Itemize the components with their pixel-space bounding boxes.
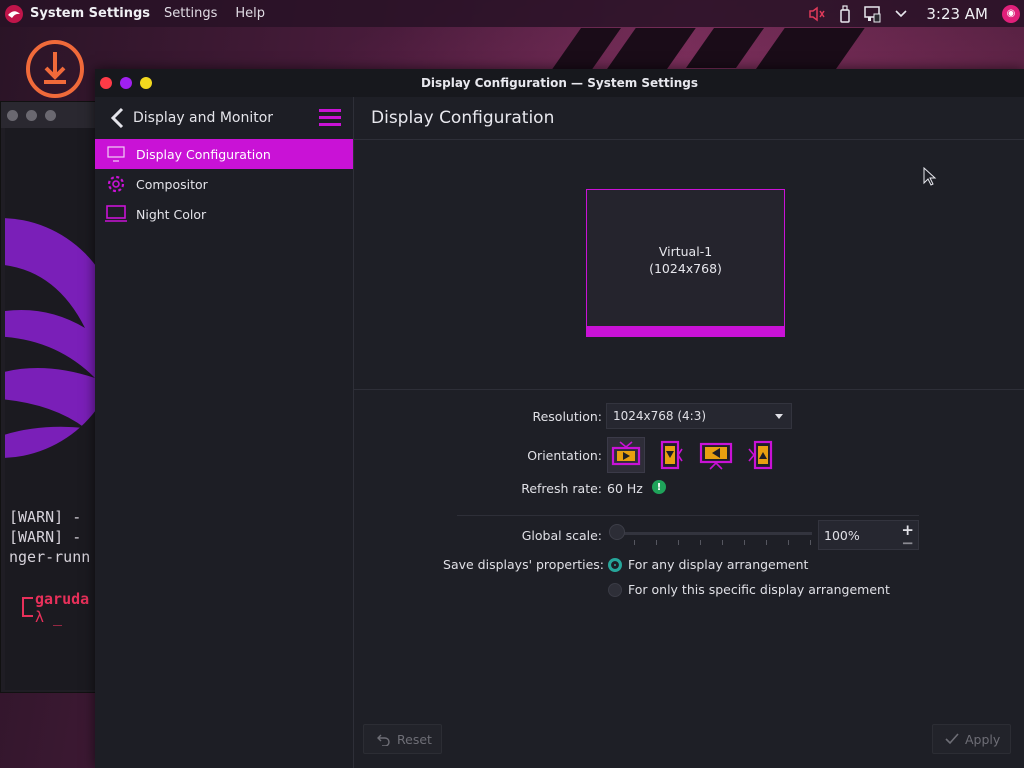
wallpaper-shape [755, 28, 865, 70]
slider-tick [788, 540, 789, 545]
save-properties-label: Save displays' properties: [443, 557, 604, 572]
info-icon[interactable]: ! [652, 480, 666, 494]
hamburger-menu-icon[interactable] [319, 109, 341, 127]
orientation-portrait-flipped-icon [748, 440, 773, 470]
undo-icon [377, 734, 390, 746]
orientation-label: Orientation: [527, 448, 602, 463]
user-session-icon[interactable]: ◉ [1002, 4, 1020, 23]
window-title: Display Configuration — System Settings [420, 76, 699, 90]
monitor-name: Virtual-1 [658, 244, 713, 259]
slider-tick [634, 540, 635, 545]
divider [457, 515, 919, 516]
orientation-landscape-flipped-icon [699, 442, 733, 470]
app-name: System Settings [30, 6, 151, 21]
slider-tick [656, 540, 657, 545]
sidebar-item-display-configuration[interactable]: Display Configuration [95, 139, 353, 169]
terminal-minimize-button[interactable] [26, 109, 37, 121]
radio-any-arrangement[interactable] [608, 558, 622, 572]
display-icon [105, 144, 127, 164]
monitor-accent-bar [587, 326, 784, 336]
global-scale-spinbox[interactable]: 100% + − [818, 520, 919, 552]
maximize-button[interactable] [140, 77, 152, 89]
download-icon[interactable] [24, 38, 86, 100]
monitor-resolution: (1024x768) [649, 261, 722, 276]
sidebar-item-compositor[interactable]: Compositor [95, 169, 353, 199]
reset-label: Reset [397, 731, 432, 747]
top-panel: System Settings Settings Help 3:23 AM ◉ [0, 0, 1024, 27]
refresh-rate-label: Refresh rate: [521, 481, 602, 496]
wallpaper-shape [685, 28, 765, 68]
sidebar-item-label: Night Color [136, 206, 207, 222]
orientation-portrait-icon [660, 440, 683, 470]
page-title: Display Configuration [371, 108, 555, 128]
chevron-down-icon [775, 414, 783, 419]
terminal-line: [WARN] - [9, 528, 82, 546]
terminal-close-button[interactable] [7, 109, 18, 121]
minimize-button[interactable] [120, 77, 132, 89]
content-header: Display Configuration [354, 97, 1024, 140]
wallpaper-shape [604, 28, 696, 73]
monitor-preview[interactable]: Virtual-1 (1024x768) [586, 189, 785, 337]
radio-specific-arrangement-label[interactable]: For only this specific display arrangeme… [628, 582, 890, 597]
network-icon[interactable] [864, 5, 882, 23]
gear-icon [105, 174, 127, 194]
orientation-portrait-flipped-button[interactable] [742, 437, 780, 473]
radio-specific-arrangement[interactable] [608, 583, 622, 597]
sidebar-title: Display and Monitor [133, 110, 274, 126]
global-scale-slider-track[interactable] [616, 532, 812, 535]
prompt-bracket-icon [22, 597, 33, 617]
chevron-down-icon[interactable] [892, 5, 910, 23]
system-tray: 3:23 AM ◉ [808, 0, 1024, 27]
system-settings-window[interactable]: Display Configuration — System Settings … [95, 69, 1024, 768]
radio-any-arrangement-label[interactable]: For any display arrangement [628, 557, 808, 572]
menu-settings[interactable]: Settings [164, 6, 217, 21]
slider-tick [722, 540, 723, 545]
orientation-landscape-button[interactable] [607, 437, 645, 473]
apply-label: Apply [965, 731, 1001, 747]
divider [354, 389, 1024, 390]
slider-tick [700, 540, 701, 545]
clock[interactable]: 3:23 AM [926, 5, 988, 23]
global-scale-label: Global scale: [521, 528, 602, 543]
menu-help[interactable]: Help [235, 6, 265, 21]
resolution-select[interactable]: 1024x768 (4:3) [606, 403, 792, 429]
checkmark-icon [945, 733, 959, 745]
slider-tick [678, 540, 679, 545]
sidebar-header: Display and Monitor [95, 97, 353, 139]
terminal-maximize-button[interactable] [45, 109, 56, 121]
apply-button[interactable]: Apply [932, 724, 1011, 754]
orientation-landscape-icon [611, 441, 641, 466]
resolution-label: Resolution: [532, 409, 602, 424]
sidebar-item-label: Display Configuration [136, 146, 271, 162]
orientation-portrait-button[interactable] [652, 437, 690, 473]
slider-tick [766, 540, 767, 545]
window-titlebar[interactable]: Display Configuration — System Settings [95, 69, 1024, 97]
refresh-rate-value: 60 Hz [607, 481, 643, 496]
back-arrow-icon[interactable] [107, 106, 129, 130]
sidebar-item-label: Compositor [136, 176, 208, 192]
decrement-icon[interactable]: − [901, 534, 914, 552]
slider-tick [810, 540, 811, 545]
terminal-line: nger-runn [9, 548, 91, 566]
garuda-emblem-icon [5, 218, 105, 458]
orientation-landscape-flipped-button[interactable] [697, 437, 735, 473]
sidebar-item-night-color[interactable]: Night Color [95, 199, 353, 229]
terminal-line: [WARN] - [9, 508, 82, 526]
sidebar: Display and Monitor Display Configuratio… [95, 97, 354, 768]
terminal-prompt-cursor: λ _ [35, 608, 63, 626]
slider-tick [744, 540, 745, 545]
garuda-logo-icon[interactable] [4, 4, 24, 24]
global-scale-value: 100% [824, 528, 860, 543]
reset-button[interactable]: Reset [363, 724, 442, 754]
global-scale-slider-handle[interactable] [609, 524, 625, 540]
content-area: Display Configuration Virtual-1 (1024x76… [354, 97, 1024, 768]
resolution-value: 1024x768 (4:3) [613, 409, 707, 423]
terminal-prompt-user: garuda [35, 590, 90, 608]
usb-device-icon[interactable] [836, 4, 854, 23]
terminal-body[interactable]: [WARN] - [WARN] - nger-runn garuda λ _ [5, 128, 109, 690]
volume-muted-icon[interactable] [808, 5, 826, 23]
close-button[interactable] [100, 77, 112, 89]
mouse-cursor-icon [923, 167, 937, 186]
laptop-icon [105, 204, 127, 224]
